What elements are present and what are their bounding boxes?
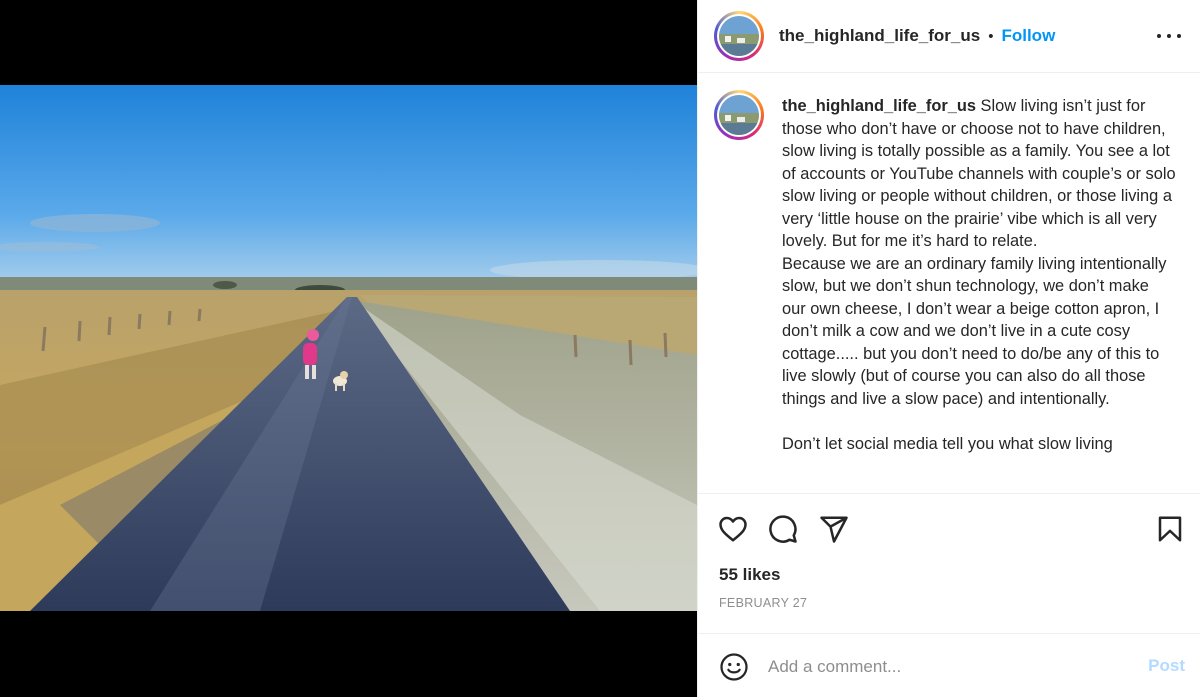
post-button[interactable]: Post — [1148, 656, 1185, 676]
paper-plane-icon[interactable] — [819, 514, 849, 544]
post-date[interactable]: FEBRUARY 27 — [719, 596, 807, 610]
post-media[interactable] — [0, 0, 697, 697]
likes-count[interactable]: 55 likes — [719, 565, 780, 585]
caption-section[interactable]: the_highland_life_for_us Slow living isn… — [698, 73, 1200, 494]
avatar[interactable] — [714, 11, 764, 61]
caption-avatar[interactable] — [714, 90, 764, 140]
smiley-icon[interactable] — [719, 652, 749, 682]
post-photo — [0, 85, 697, 611]
bookmark-icon[interactable] — [1155, 514, 1185, 544]
header-separator: • — [988, 27, 994, 45]
caption-text-block: the_highland_life_for_us Slow living isn… — [782, 95, 1177, 455]
caption-body: Slow living isn’t just for those who don… — [782, 97, 1176, 453]
more-options-icon[interactable] — [1157, 26, 1181, 46]
follow-button[interactable]: Follow — [1001, 26, 1055, 46]
header-username[interactable]: the_highland_life_for_us — [779, 26, 980, 46]
caption-avatar-image — [719, 95, 759, 135]
caption-username[interactable]: the_highland_life_for_us — [782, 97, 976, 115]
action-bar — [698, 494, 1200, 560]
comment-input[interactable] — [768, 652, 1128, 682]
avatar-image — [719, 16, 759, 56]
heart-icon[interactable] — [718, 514, 748, 544]
comment-icon[interactable] — [768, 514, 798, 544]
post-header: the_highland_life_for_us • Follow — [698, 0, 1200, 73]
comment-bar: Post — [698, 633, 1200, 697]
post-sidebar: the_highland_life_for_us • Follow the_hi… — [697, 0, 1200, 697]
